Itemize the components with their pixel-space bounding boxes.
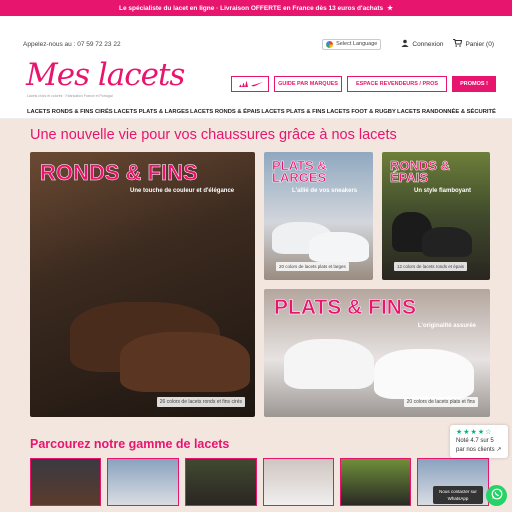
nav-item-ronds-fins[interactable]: LACETS RONDS & FINS CIRÉS — [27, 109, 113, 115]
nav-item-randonnee[interactable]: LACETS RANDONNÉE & SÉCURITÉ — [397, 109, 496, 115]
rating-link: par nos clients ↗ — [456, 446, 502, 455]
cart-label: Panier (0) — [465, 40, 494, 48]
tile-plats-larges[interactable]: PLATS & LARGES L'allié de vos sneakers 2… — [264, 152, 373, 280]
banner-text-1: Le spécialiste du lacet en ligne — [119, 4, 215, 12]
banner-text-2: Livraison OFFERTE en France dès 13 euros… — [220, 4, 384, 12]
tile-plats-fins[interactable]: PLATS & FINS L'originalité assurée 20 co… — [264, 289, 490, 417]
star-icon: ★ — [387, 5, 393, 12]
tile-caption: 20 colors de lacets plats et fins — [403, 397, 478, 407]
tile-ronds-fins[interactable]: RONDS & FINS Une touche de couleur et d'… — [30, 152, 255, 417]
cart-icon — [453, 39, 463, 49]
tile-ronds-epais[interactable]: RONDS & ÉPAIS Un style flamboyant 12 col… — [382, 152, 490, 280]
site-logo[interactable]: Mes lacets — [26, 60, 185, 91]
site-header: Appelez-nous au : 07 59 72 23 22 Select … — [0, 16, 512, 119]
login-label: Connexion — [412, 40, 444, 48]
header-buttons: GUIDE PAR MARQUES ESPACE REVENDEURS / PR… — [231, 76, 496, 92]
tile-subtitle: Un style flamboyant — [414, 188, 472, 194]
shoe-image — [120, 332, 250, 392]
tile-label: PLATS & LARGES — [272, 158, 327, 185]
nike-icon — [251, 80, 263, 89]
rating-score: Noté 4.7 sur 5 — [456, 438, 494, 444]
main-nav: LACETS RONDS & FINS CIRÉS LACETS PLATS &… — [27, 109, 496, 115]
language-label: Select Language — [336, 41, 378, 47]
tile-subtitle: L'allié de vos sneakers — [292, 188, 358, 194]
promos-button[interactable]: PROMOS ! — [452, 76, 496, 92]
google-icon — [326, 40, 334, 48]
language-select[interactable]: Select Language — [322, 38, 382, 50]
range-thumb[interactable] — [340, 458, 411, 506]
whatsapp-button[interactable] — [486, 485, 507, 506]
tile-label: PLATS & FINS — [274, 296, 416, 319]
shoe-image — [422, 227, 472, 257]
promo-banner: Le spécialiste du lacet en ligne · Livra… — [0, 0, 512, 16]
shoe-image — [284, 339, 374, 389]
resellers-button[interactable]: ESPACE REVENDEURS / PROS — [347, 76, 447, 92]
rating-stars: ★★★★☆ — [456, 429, 493, 436]
whatsapp-label[interactable]: Nous contacter sur WhatsApp — [433, 486, 483, 504]
whatsapp-icon — [491, 488, 503, 503]
tile-subtitle: L'originalité assurée — [417, 323, 476, 329]
adidas-icon — [238, 80, 248, 89]
tile-caption: 20 colors de lacets plats et larges — [276, 262, 349, 271]
nav-item-foot-rugby[interactable]: LACETS FOOT & RUGBY — [327, 109, 396, 115]
tile-label: RONDS & FINS — [40, 160, 198, 185]
range-title: Parcourez notre gamme de lacets — [30, 437, 230, 451]
brand-logos-button[interactable] — [231, 76, 269, 92]
nav-item-plats-fins[interactable]: LACETS PLATS & FINS — [261, 109, 325, 115]
phone-number[interactable]: Appelez-nous au : 07 59 72 23 22 — [23, 41, 322, 48]
range-thumb[interactable] — [107, 458, 179, 506]
hero-title: Une nouvelle vie pour vos chaussures grâ… — [30, 127, 397, 143]
external-link-icon: ↗ — [496, 447, 502, 453]
tile-caption: 12 colors de lacets ronds et épais — [394, 262, 468, 271]
shoe-image — [374, 349, 474, 399]
user-icon — [401, 39, 409, 49]
tile-subtitle: Une touche de couleur et d'élégance — [130, 188, 235, 194]
tile-caption: 26 colors de lacets ronds et fins cirés — [156, 397, 245, 407]
nav-item-plats-larges[interactable]: LACETS PLATS & LARGES — [114, 109, 189, 115]
logo-tagline: Lacets chics et colorés · Fabrication Fr… — [27, 94, 113, 98]
range-thumb[interactable] — [263, 458, 334, 506]
cart-link[interactable]: Panier (0) — [453, 39, 494, 49]
nav-item-ronds-epais[interactable]: LACETS RONDS & ÉPAIS — [190, 109, 260, 115]
range-thumb[interactable] — [30, 458, 101, 506]
rating-link-text: par nos clients — [456, 447, 495, 453]
nav-divider — [0, 118, 512, 119]
login-link[interactable]: Connexion — [401, 39, 443, 49]
review-widget[interactable]: ★★★★☆ Noté 4.7 sur 5 par nos clients ↗ — [450, 425, 508, 458]
guide-brands-button[interactable]: GUIDE PAR MARQUES — [274, 76, 342, 92]
tile-label: RONDS & ÉPAIS — [390, 158, 450, 185]
range-thumb[interactable] — [185, 458, 257, 506]
shoe-image — [309, 232, 369, 262]
header-utility-bar: Appelez-nous au : 07 59 72 23 22 Select … — [23, 38, 494, 50]
